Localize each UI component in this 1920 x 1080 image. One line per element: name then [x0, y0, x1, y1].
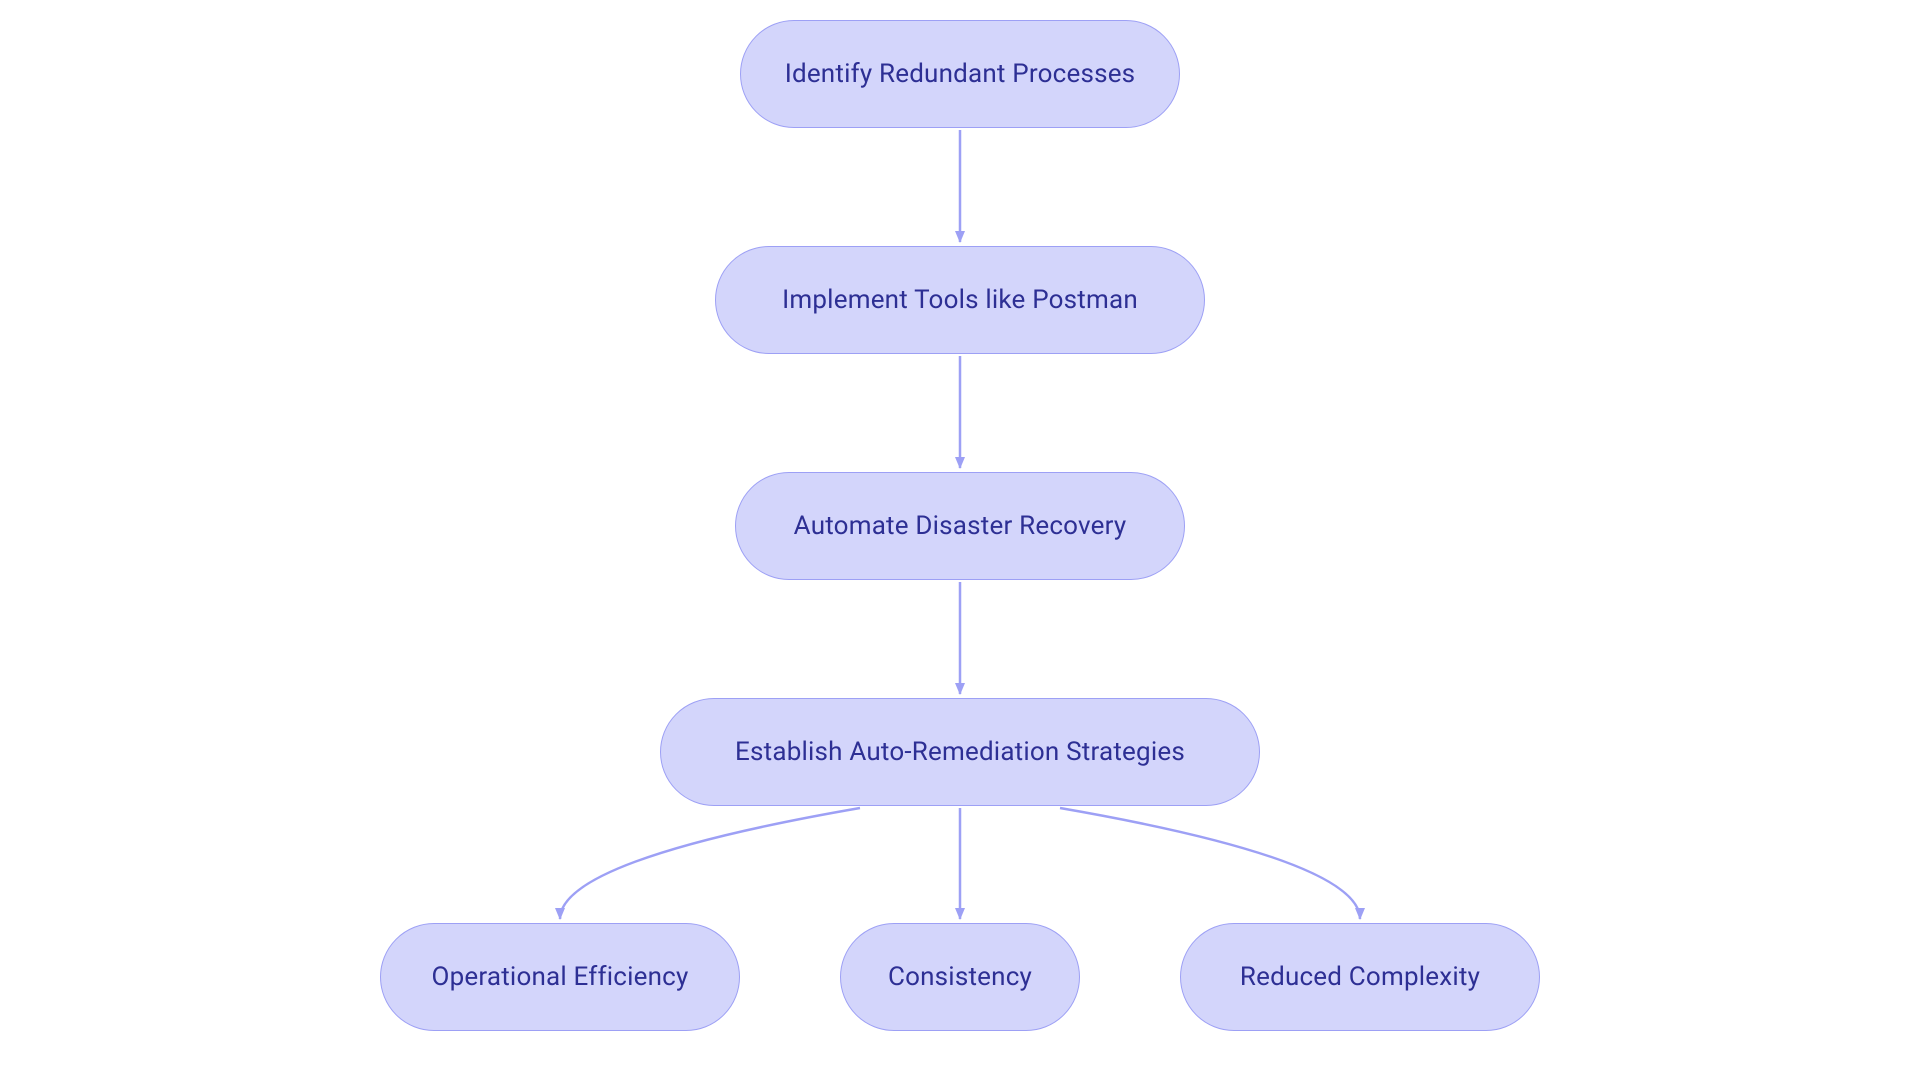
node-automate-dr: Automate Disaster Recovery: [735, 472, 1185, 580]
node-label: Automate Disaster Recovery: [794, 511, 1127, 541]
node-operational-efficiency: Operational Efficiency: [380, 923, 740, 1031]
node-label: Consistency: [888, 962, 1032, 992]
node-label: Reduced Complexity: [1240, 962, 1480, 992]
flowchart-canvas: Identify Redundant Processes Implement T…: [0, 0, 1920, 1080]
node-label: Implement Tools like Postman: [782, 285, 1138, 315]
node-consistency: Consistency: [840, 923, 1080, 1031]
node-identify-redundant: Identify Redundant Processes: [740, 20, 1180, 128]
node-label: Identify Redundant Processes: [785, 59, 1136, 89]
node-label: Operational Efficiency: [432, 962, 689, 992]
node-reduced-complexity: Reduced Complexity: [1180, 923, 1540, 1031]
node-auto-remediation: Establish Auto-Remediation Strategies: [660, 698, 1260, 806]
node-implement-tools: Implement Tools like Postman: [715, 246, 1205, 354]
node-label: Establish Auto-Remediation Strategies: [735, 737, 1185, 767]
